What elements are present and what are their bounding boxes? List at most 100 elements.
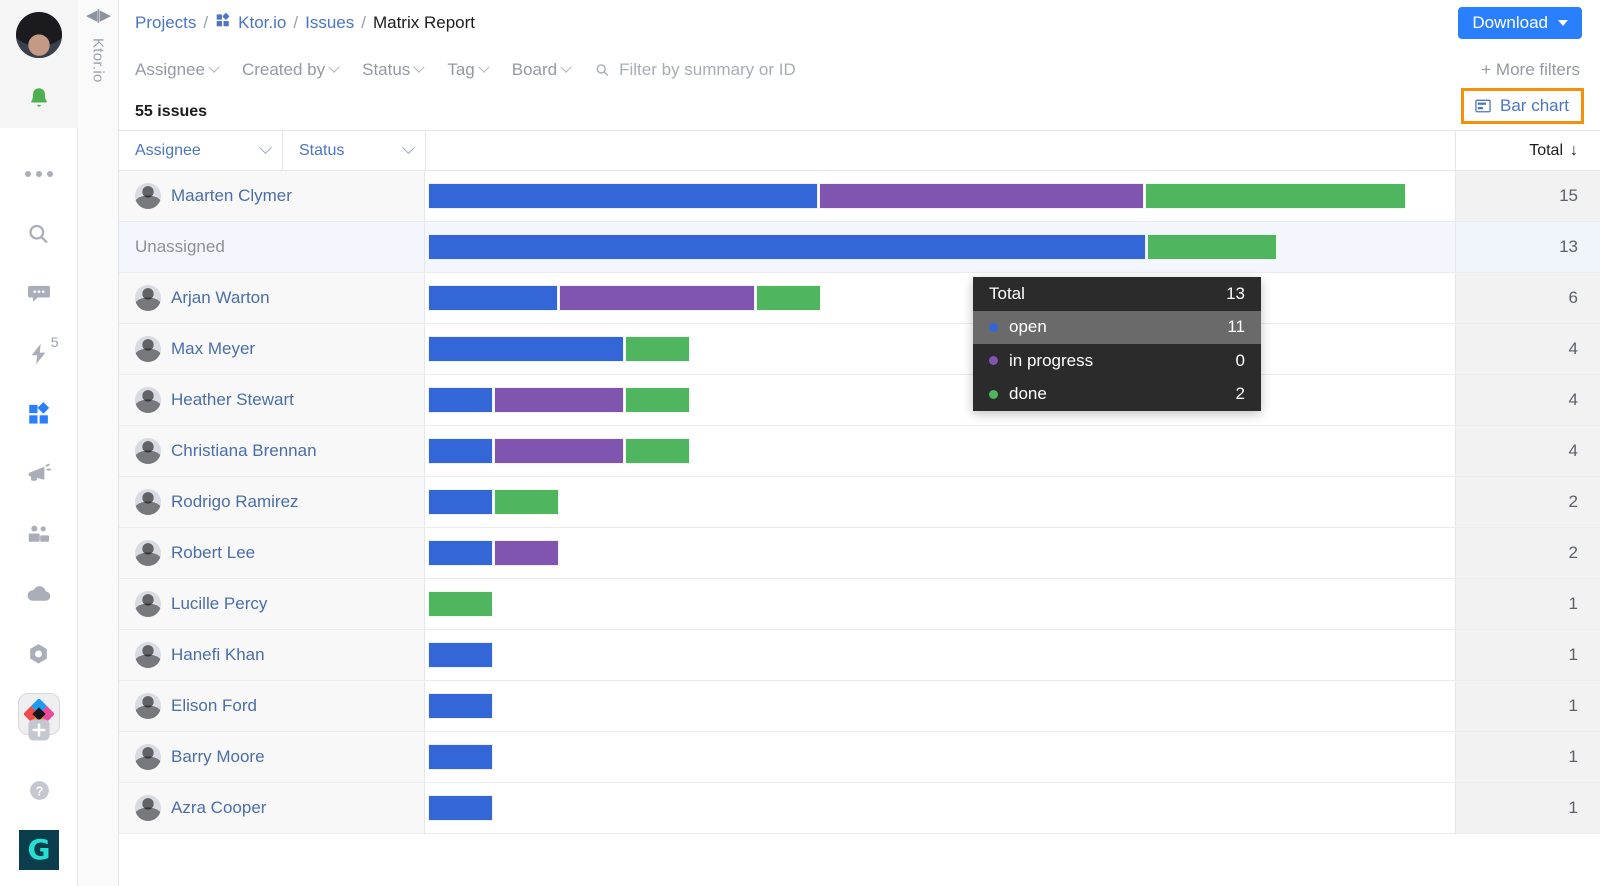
assignee-name[interactable]: Maarten Clymer <box>171 186 292 206</box>
column-header-total[interactable]: Total ↓ <box>1455 131 1600 170</box>
breadcrumb-project[interactable]: Ktor.io <box>238 13 286 33</box>
bar-segment[interactable] <box>625 387 690 413</box>
stacked-bar-cell[interactable] <box>425 171 1455 221</box>
table-row[interactable]: Azra Cooper 1 <box>119 783 1600 834</box>
cloud-icon[interactable] <box>9 564 69 624</box>
download-button[interactable]: Download <box>1458 7 1582 39</box>
table-row[interactable]: Arjan Warton 6 <box>119 273 1600 324</box>
more-filters-button[interactable]: + More filters <box>1481 60 1580 80</box>
stacked-bar-cell[interactable] <box>425 783 1455 833</box>
table-row[interactable]: Heather Stewart 4 <box>119 375 1600 426</box>
bar-segment[interactable] <box>625 438 690 464</box>
table-row[interactable]: Christiana Brennan 4 <box>119 426 1600 477</box>
total-cell: 13 <box>1455 222 1600 272</box>
bar-segment[interactable] <box>428 438 493 464</box>
bar-segment[interactable] <box>428 336 624 362</box>
breadcrumb-projects[interactable]: Projects <box>135 13 196 33</box>
bar-segment[interactable] <box>428 795 493 821</box>
assignee-name[interactable]: Heather Stewart <box>171 390 294 410</box>
bar-segment[interactable] <box>494 489 559 515</box>
bar-segment[interactable] <box>428 183 818 209</box>
bar-segment[interactable] <box>428 387 493 413</box>
notifications-bell-icon[interactable] <box>9 68 69 128</box>
bar-segment[interactable] <box>494 540 559 566</box>
stacked-bar-cell[interactable] <box>425 324 1455 374</box>
stacked-bar-cell[interactable] <box>425 375 1455 425</box>
bar-segment[interactable] <box>559 285 755 311</box>
create-plus-icon[interactable] <box>9 700 69 760</box>
stacked-bar-cell[interactable] <box>425 426 1455 476</box>
bar-segment[interactable] <box>1147 234 1277 260</box>
collapse-panel-icon[interactable]: ◀|▶ <box>86 6 111 24</box>
column-header-assignee-label: Assignee <box>135 141 201 159</box>
bar-segment[interactable] <box>428 234 1146 260</box>
brand-g-logo[interactable]: G <box>9 820 69 880</box>
breadcrumb-issues[interactable]: Issues <box>305 13 354 33</box>
teams-people-icon[interactable] <box>9 504 69 564</box>
stacked-bar-cell[interactable] <box>425 273 1455 323</box>
bar-segment[interactable] <box>625 336 690 362</box>
assignee-name[interactable]: Barry Moore <box>171 747 265 767</box>
chat-icon[interactable] <box>9 264 69 324</box>
project-side-tab[interactable]: ◀|▶ Ktor.io <box>78 0 119 886</box>
bar-segment[interactable] <box>428 285 558 311</box>
filter-assignee[interactable]: Assignee <box>135 60 220 80</box>
table-row[interactable]: Maarten Clymer 15 <box>119 171 1600 222</box>
bar-segment[interactable] <box>428 744 493 770</box>
column-header-assignee[interactable]: Assignee <box>119 131 282 170</box>
settings-hexagon-icon[interactable] <box>9 624 69 684</box>
search-input[interactable]: Filter by summary or ID <box>594 60 796 80</box>
assignee-name[interactable]: Lucille Percy <box>171 594 267 614</box>
stacked-bar-cell[interactable] <box>425 528 1455 578</box>
column-header-status[interactable]: Status <box>282 131 425 170</box>
stacked-bar-cell[interactable] <box>425 630 1455 680</box>
activity-lightning-icon[interactable]: 5 <box>9 324 69 384</box>
assignee-cell: Arjan Warton <box>119 273 425 323</box>
filter-board[interactable]: Board <box>512 60 572 80</box>
more-ellipsis-icon[interactable] <box>9 144 69 204</box>
bar-segment[interactable] <box>756 285 821 311</box>
table-row[interactable]: Max Meyer 4 <box>119 324 1600 375</box>
stacked-bar-cell[interactable] <box>425 732 1455 782</box>
bar-segment[interactable] <box>428 540 493 566</box>
stacked-bar-cell[interactable] <box>425 681 1455 731</box>
assignee-name[interactable]: Arjan Warton <box>171 288 270 308</box>
table-row[interactable]: Elison Ford 1 <box>119 681 1600 732</box>
assignee-name[interactable]: Max Meyer <box>171 339 255 359</box>
filter-tag[interactable]: Tag <box>447 60 490 80</box>
bar-segment[interactable] <box>494 438 624 464</box>
bar-segment[interactable] <box>428 642 493 668</box>
avatar <box>135 183 161 209</box>
table-row[interactable]: Robert Lee 2 <box>119 528 1600 579</box>
announcements-megaphone-icon[interactable] <box>9 444 69 504</box>
table-row[interactable]: Rodrigo Ramirez 2 <box>119 477 1600 528</box>
user-avatar[interactable] <box>15 12 62 58</box>
stacked-bar-cell[interactable] <box>425 579 1455 629</box>
filter-status[interactable]: Status <box>362 60 425 80</box>
assignee-name[interactable]: Rodrigo Ramirez <box>171 492 299 512</box>
table-row[interactable]: Hanefi Khan 1 <box>119 630 1600 681</box>
bar-segment[interactable] <box>428 591 493 617</box>
assignee-name[interactable]: Christiana Brennan <box>171 441 317 461</box>
table-row[interactable]: Unassigned 13 <box>119 222 1600 273</box>
bar-segment[interactable] <box>1145 183 1406 209</box>
table-row[interactable]: Lucille Percy 1 <box>119 579 1600 630</box>
help-question-icon[interactable]: ? <box>9 760 69 820</box>
avatar <box>135 489 161 515</box>
stacked-bar-cell[interactable] <box>425 477 1455 527</box>
table-row[interactable]: Barry Moore 1 <box>119 732 1600 783</box>
assignee-name[interactable]: Hanefi Khan <box>171 645 265 665</box>
assignee-name[interactable]: Azra Cooper <box>171 798 266 818</box>
assignee-name[interactable]: Robert Lee <box>171 543 255 563</box>
filter-created-by[interactable]: Created by <box>242 60 340 80</box>
bar-segment[interactable] <box>494 387 624 413</box>
bar-segment[interactable] <box>428 489 493 515</box>
bar-chart-view-toggle[interactable]: Bar chart <box>1461 88 1584 124</box>
bar-segment[interactable] <box>428 693 493 719</box>
search-icon[interactable] <box>9 204 69 264</box>
bar-segment[interactable] <box>819 183 1144 209</box>
projects-grid-icon[interactable] <box>9 384 69 444</box>
assignee-name[interactable]: Elison Ford <box>171 696 257 716</box>
global-nav-rail: 5 ? G <box>0 0 78 886</box>
stacked-bar-cell[interactable] <box>425 222 1455 272</box>
